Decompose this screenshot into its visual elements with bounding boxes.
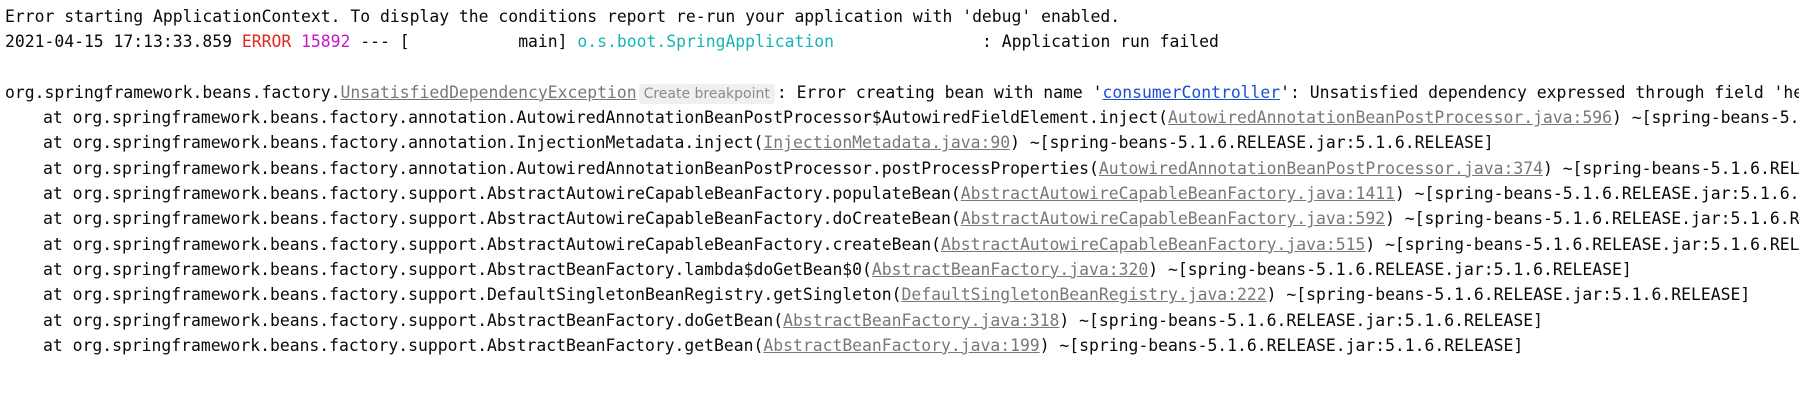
log-thread: main <box>518 32 558 52</box>
stack-frame-jar: ) ~[spring-beans-5.1.6.RELEASE.jar:5.1.6… <box>1365 234 1799 254</box>
stack-frame-jar: ) ~[spring-beans-5.1.6.RELEASE.jar:5.1.6… <box>1059 310 1543 330</box>
stack-frame-file-link[interactable]: AutowiredAnnotationBeanPostProcessor.jav… <box>1099 159 1543 178</box>
stack-frame-method: at org.springframework.beans.factory.sup… <box>43 310 784 330</box>
stack-frame-method: at org.springframework.beans.factory.sup… <box>43 335 764 355</box>
stack-frame-method: at org.springframework.beans.factory.ann… <box>43 133 764 153</box>
exception-class-link[interactable]: UnsatisfiedDependencyException <box>341 83 637 102</box>
stack-frame: at org.springframework.beans.factory.ann… <box>5 156 1799 181</box>
stack-frame-file-link[interactable]: AbstractAutowireCapableBeanFactory.java:… <box>961 209 1385 228</box>
stack-frame-method: at org.springframework.beans.factory.ann… <box>43 108 1168 128</box>
stack-frame: at org.springframework.beans.factory.sup… <box>5 282 1799 307</box>
log-message: : Application run failed <box>982 32 1219 52</box>
log-separator: --- [ <box>360 32 410 52</box>
stack-frame-file-link[interactable]: AbstractAutowireCapableBeanFactory.java:… <box>961 184 1395 203</box>
exception-package: org.springframework.beans.factory. <box>5 82 341 102</box>
stack-frame-jar: ) ~[spring-beans-5.1.6.RELEASE.jar:5.1.6… <box>1148 259 1632 279</box>
stack-frame: at org.springframework.beans.factory.sup… <box>5 308 1799 333</box>
console-line-exception: org.springframework.beans.factory.Unsati… <box>5 80 1799 105</box>
exception-message-end: ': Unsatisfied dependency expressed thro… <box>1280 82 1799 102</box>
log-pid: 15892 <box>301 32 351 52</box>
exception-message-start: : Error creating bean with name ' <box>776 82 1103 102</box>
stack-frame-file-link[interactable]: AutowiredAnnotationBeanPostProcessor.jav… <box>1168 108 1612 127</box>
stack-frame: at org.springframework.beans.factory.sup… <box>5 257 1799 282</box>
log-thread-close: ] <box>557 32 568 52</box>
stack-frame-file-link[interactable]: AbstractAutowireCapableBeanFactory.java:… <box>941 235 1365 254</box>
stack-frame: at org.springframework.beans.factory.ann… <box>5 130 1799 155</box>
stack-frame-jar: ) ~[spring-beans-5.1.6.RELEASE.jar:5.1.6… <box>1612 108 1799 128</box>
stack-frame-method: at org.springframework.beans.factory.ann… <box>43 158 1099 178</box>
stack-frame-file-link[interactable]: AbstractBeanFactory.java:318 <box>783 311 1059 330</box>
stack-frame-jar: ) ~[spring-beans-5.1.6.RELEASE.jar:5.1.6… <box>1010 133 1494 153</box>
stack-frame: at org.springframework.beans.factory.sup… <box>5 181 1799 206</box>
create-breakpoint-button[interactable]: Create breakpoint <box>638 83 775 104</box>
stack-frame-jar: ) ~[spring-beans-5.1.6.RELEASE.jar:5.1.6… <box>1266 285 1751 305</box>
console-output: Error starting ApplicationContext. To di… <box>0 0 1799 358</box>
stack-frame-method: at org.springframework.beans.factory.sup… <box>43 234 941 254</box>
log-logger: o.s.boot.SpringApplication <box>577 32 834 52</box>
bean-name-link[interactable]: consumerController <box>1103 83 1281 102</box>
stack-frame-file-link[interactable]: DefaultSingletonBeanRegistry.java:222 <box>902 285 1267 304</box>
stack-frame: at org.springframework.beans.factory.sup… <box>5 232 1799 257</box>
stack-frame-file-link[interactable]: InjectionMetadata.java:90 <box>763 133 1010 152</box>
stack-frame: at org.springframework.beans.factory.sup… <box>5 206 1799 231</box>
stack-frame: at org.springframework.beans.factory.ann… <box>5 105 1799 130</box>
stack-frame-jar: ) ~[spring-beans-5.1.6.RELEASE.jar:5.1.6… <box>1385 209 1799 229</box>
stack-frame-jar: ) ~[spring-beans-5.1.6.RELEASE.jar:5.1.6… <box>1542 158 1799 178</box>
stack-frame-jar: ) ~[spring-beans-5.1.6.RELEASE.jar:5.1.6… <box>1394 184 1799 204</box>
log-timestamp: 2021-04-15 17:13:33.859 <box>5 32 232 52</box>
log-level: ERROR <box>241 32 292 52</box>
stack-frame-file-link[interactable]: AbstractBeanFactory.java:320 <box>872 260 1148 279</box>
stack-frame-method: at org.springframework.beans.factory.sup… <box>43 184 961 204</box>
stack-trace: at org.springframework.beans.factory.ann… <box>5 105 1799 358</box>
stack-frame-method: at org.springframework.beans.factory.sup… <box>43 259 872 279</box>
stack-frame-file-link[interactable]: AbstractBeanFactory.java:199 <box>763 336 1039 355</box>
stack-frame-method: at org.springframework.beans.factory.sup… <box>43 209 961 229</box>
console-line-error-starting: Error starting ApplicationContext. To di… <box>5 7 1121 26</box>
stack-frame-jar: ) ~[spring-beans-5.1.6.RELEASE.jar:5.1.6… <box>1039 335 1524 355</box>
stack-frame: at org.springframework.beans.factory.sup… <box>5 333 1799 358</box>
console-line-log-entry: 2021-04-15 17:13:33.859 ERROR 15892 --- … <box>5 29 1799 54</box>
stack-frame-method: at org.springframework.beans.factory.sup… <box>43 285 902 305</box>
